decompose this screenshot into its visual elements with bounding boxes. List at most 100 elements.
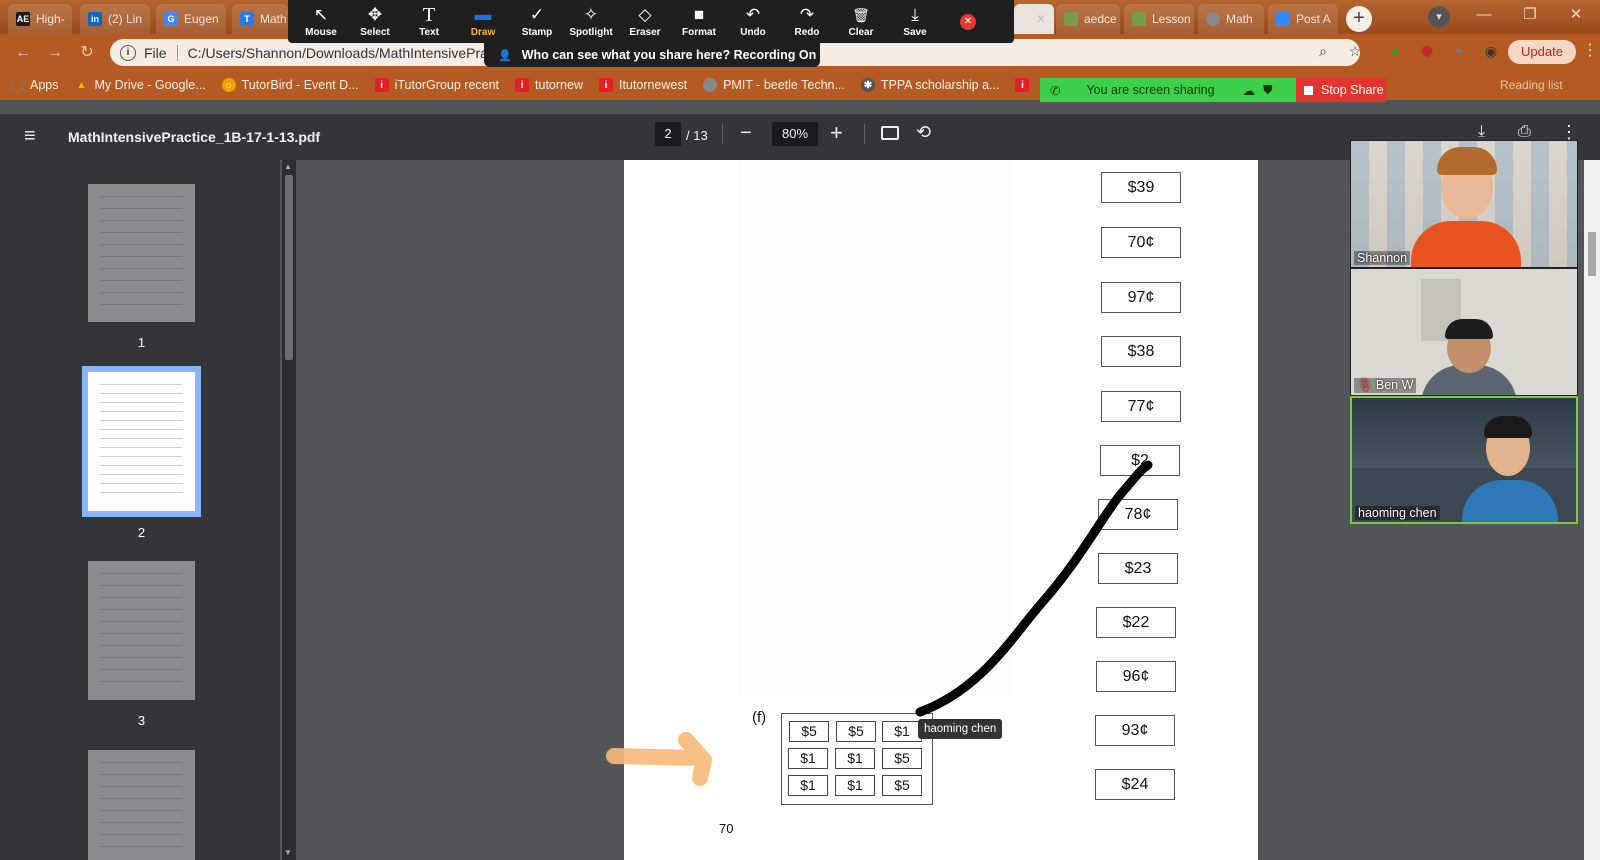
select-tool-button[interactable]: ✥ Select xyxy=(348,0,402,43)
format-tool-button[interactable]: ■ Format xyxy=(672,0,726,43)
active-browser-tab[interactable]: ✕ xyxy=(1014,4,1054,34)
redo-button[interactable]: ↷ Redo xyxy=(780,0,834,43)
close-annotation-icon[interactable]: ✕ xyxy=(960,13,976,30)
price-box: $22 xyxy=(1096,607,1176,638)
video-tile-haoming[interactable]: haoming chen xyxy=(1350,396,1578,524)
mouse-tool-button[interactable]: ↖ Mouse xyxy=(294,0,348,43)
spotlight-tool-button[interactable]: ✧ Spotlight xyxy=(564,0,618,43)
money-group: $5 $5 $1 $1 $1 $5 $1 $1 $5 xyxy=(781,713,933,805)
clear-button[interactable]: 🗑 Clear xyxy=(834,0,888,43)
stamp-tool-button[interactable]: ✓ Stamp xyxy=(510,0,564,43)
bookmark-item[interactable]: i xyxy=(1015,78,1035,92)
reload-icon[interactable]: ↻ xyxy=(76,42,98,64)
browser-tab[interactable]: Math xyxy=(1198,4,1264,34)
browser-tab[interactable]: Lesson xyxy=(1124,4,1194,34)
screen-sharing-bar[interactable]: ✆ You are screen sharing ☁ ⛊ xyxy=(1040,78,1296,102)
bookmark-star-icon[interactable]: ☆ xyxy=(1346,42,1364,60)
site-info-icon[interactable]: i xyxy=(120,44,136,61)
price-box: 77¢ xyxy=(1101,391,1181,422)
scroll-up-icon[interactable]: ▲ xyxy=(284,162,292,171)
tab-label: Math xyxy=(1226,12,1253,26)
document-scrollbar[interactable] xyxy=(1584,160,1600,860)
bookmark-item[interactable]: PMIT - beetle Techn... xyxy=(703,78,845,92)
hamburger-menu-icon[interactable]: ≡ xyxy=(24,126,36,146)
chrome-menu-icon[interactable]: ⋮ xyxy=(1582,40,1598,60)
save-download-icon: ⤓ xyxy=(911,5,919,24)
update-button[interactable]: Update xyxy=(1508,40,1576,64)
extension-icon[interactable]: ● xyxy=(1386,42,1404,60)
participant-name: haoming chen xyxy=(1355,506,1440,520)
page-number-input[interactable]: 2 xyxy=(655,122,681,146)
extensions-puzzle-icon[interactable]: ✦ xyxy=(1450,42,1468,60)
thumbnail-content xyxy=(100,762,183,858)
bookmark-item[interactable]: i tutornew xyxy=(515,78,583,92)
page-thumbnail-selected[interactable] xyxy=(82,366,201,517)
eraser-tool-button[interactable]: ◇ Eraser xyxy=(618,0,672,43)
globe-icon xyxy=(703,78,718,92)
bookmark-label: TPPA scholarship a... xyxy=(880,78,1000,92)
page-thumbnail[interactable] xyxy=(88,561,195,700)
price-box: 93¢ xyxy=(1095,715,1175,746)
itutor-icon: i xyxy=(515,78,530,92)
share-notice-banner[interactable]: 👤 Who can see what you share here? Recor… xyxy=(484,43,820,67)
stop-square-icon xyxy=(1304,85,1313,95)
money-bill: $5 xyxy=(882,748,922,769)
tool-label: Text xyxy=(419,27,439,38)
price-box: 96¢ xyxy=(1096,661,1176,692)
back-arrow-icon[interactable]: ← xyxy=(12,42,34,64)
undo-button[interactable]: ↶ Undo xyxy=(726,0,780,43)
draw-tool-button[interactable]: ▬ Draw xyxy=(456,0,510,43)
browser-tab[interactable]: in (2) Lin xyxy=(80,4,150,34)
page-thumbnail[interactable] xyxy=(88,750,195,860)
scroll-down-icon[interactable]: ▼ xyxy=(284,848,292,857)
close-window-icon[interactable]: ✕ xyxy=(1554,0,1598,30)
page-thumbnail[interactable] xyxy=(88,184,195,322)
save-button[interactable]: ⤓ Save xyxy=(888,0,942,43)
bookmark-item[interactable]: i Itutornewest xyxy=(598,78,687,92)
bookmark-item[interactable]: ▲ My Drive - Google... xyxy=(75,78,206,92)
browser-tab[interactable]: T Math xyxy=(232,4,288,34)
browser-tab[interactable]: G Eugen xyxy=(156,4,226,34)
restore-window-icon[interactable]: ❐ xyxy=(1508,0,1552,30)
browser-tab[interactable]: AE High- xyxy=(8,4,72,34)
bookmark-item[interactable]: i iTutorGroup recent xyxy=(374,78,499,92)
zoom-level-input[interactable]: 80% xyxy=(772,122,818,146)
reading-list-button[interactable]: Reading list xyxy=(1500,78,1563,92)
price-box: $38 xyxy=(1101,336,1181,367)
browser-tab[interactable]: Post A xyxy=(1268,4,1338,34)
close-tab-icon[interactable]: ✕ xyxy=(1030,12,1046,26)
zoom-in-icon[interactable]: + xyxy=(830,120,843,146)
price-box: $23 xyxy=(1098,553,1178,584)
text-tool-button[interactable]: T Text xyxy=(402,0,456,43)
ublock-extension-icon[interactable]: ⬢ xyxy=(1418,42,1436,60)
url-text[interactable]: C:/Users/Shannon/Downloads/MathIntensive… xyxy=(188,45,495,61)
print-icon[interactable]: ⎙ xyxy=(1518,123,1531,141)
page-total: / 13 xyxy=(686,128,708,143)
minimize-window-icon[interactable]: — xyxy=(1462,0,1506,30)
browser-tab[interactable]: aedce xyxy=(1056,4,1120,34)
stop-share-button[interactable]: Stop Share xyxy=(1296,78,1386,102)
profile-avatar[interactable]: ◉ xyxy=(1482,42,1500,60)
rotate-icon[interactable]: ⟲ xyxy=(916,122,931,143)
forward-arrow-icon[interactable]: → xyxy=(44,42,66,64)
video-tile-shannon[interactable]: Shannon xyxy=(1350,140,1578,268)
video-tile-ben[interactable]: 🎙 Ben W xyxy=(1350,268,1578,396)
zoom-magnifier-icon[interactable]: ⌕ xyxy=(1314,42,1332,60)
participant-name: Shannon xyxy=(1354,251,1411,265)
tab-search-icon[interactable]: ▾ xyxy=(1428,6,1450,28)
scrollbar-thumb[interactable] xyxy=(285,175,293,360)
thumbnail-content xyxy=(100,196,183,310)
bookmark-item[interactable]: ☼ TutorBird - Event D... xyxy=(221,78,359,92)
zoom-out-icon[interactable]: − xyxy=(740,122,752,145)
fit-page-icon[interactable] xyxy=(881,126,899,140)
new-tab-button[interactable]: + xyxy=(1346,6,1372,32)
bookmark-label: tutornew xyxy=(535,78,583,92)
bookmark-apps[interactable]: ⋮⋮ Apps xyxy=(7,78,59,92)
bookmark-item[interactable]: ✱ TPPA scholarship a... xyxy=(860,78,1000,92)
thumbnail-sidebar: 1 2 3 xyxy=(0,160,280,860)
download-icon[interactable]: ⤓ xyxy=(1478,123,1485,141)
scrollbar-thumb[interactable] xyxy=(1588,232,1596,276)
sidebar-scrollbar[interactable]: ▲ ▼ xyxy=(282,160,296,860)
tab-favicon-icon xyxy=(1206,12,1220,26)
tool-label: Undo xyxy=(740,27,766,38)
